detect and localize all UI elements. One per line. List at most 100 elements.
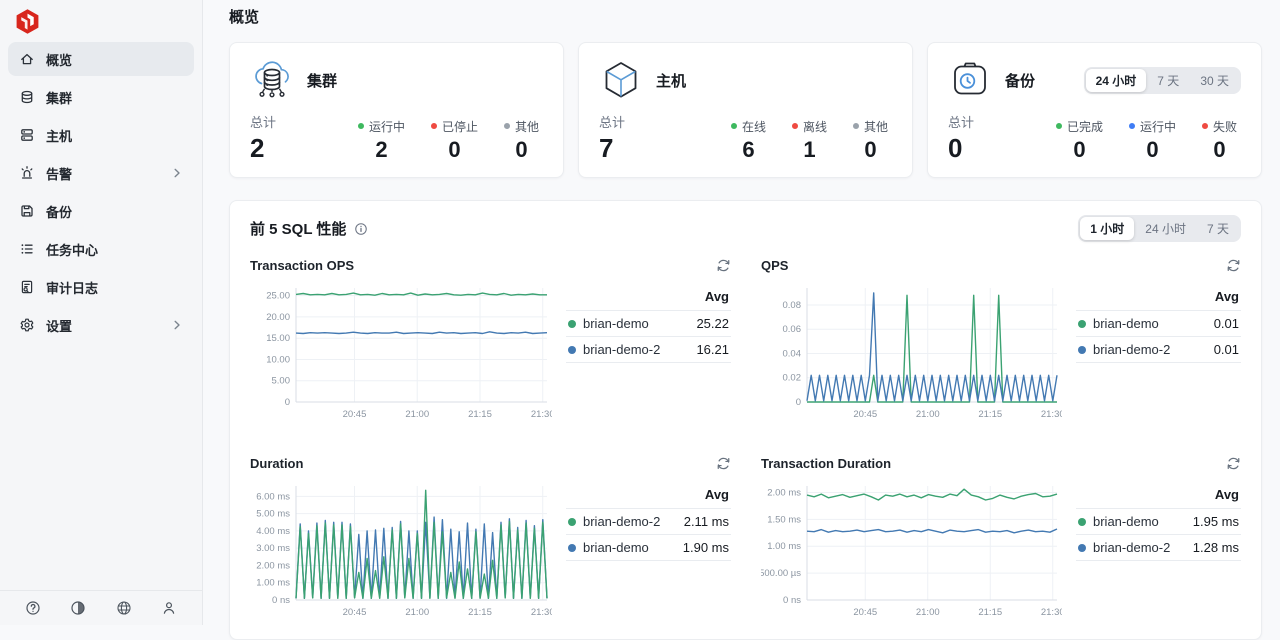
status-dot [853,123,859,129]
sidebar-item-label: 概览 [46,50,72,69]
series-dot [568,518,576,526]
status-column[interactable]: 在线 6 [731,118,766,163]
total-label: 总计 [948,112,974,131]
backup-icon [19,203,35,219]
svg-text:0.02: 0.02 [783,373,802,384]
sidebar-item-label: 告警 [46,164,72,183]
page-title: 概览 [229,6,1262,27]
svg-text:3.00 ms: 3.00 ms [256,543,290,554]
chart-block-duration: Duration0 ns1.00 ms2.00 ms3.00 ms4.00 ms… [250,456,731,626]
status-column[interactable]: 运行中 0 [1129,118,1176,163]
refresh-icon[interactable] [1226,258,1241,273]
legend-row[interactable]: brian-demo-22.11 ms [566,508,731,534]
info-icon[interactable] [354,222,368,236]
sidebar-item-backup[interactable]: 备份 [8,194,194,228]
charts-grid: Transaction OPS05.0010.0015.0020.0025.00… [250,258,1241,626]
status-column[interactable]: 已停止0 [431,118,478,163]
refresh-icon[interactable] [716,258,731,273]
svg-text:21:00: 21:00 [916,409,940,420]
status-value: 0 [1129,137,1176,163]
user-icon[interactable] [161,600,177,616]
chart-header: QPS [761,258,1241,273]
svg-text:500.00 µs: 500.00 µs [761,568,801,579]
sidebar-item-overview[interactable]: 概览 [8,42,194,76]
status-column[interactable]: 其他0 [853,118,888,163]
sql-time-range-tabs-option-1[interactable]: 24 小时 [1135,217,1196,240]
sidebar-item-audit-log[interactable]: 审计日志 [8,270,194,304]
status-value: 1 [792,137,827,163]
status-column[interactable]: 已完成0 [1056,118,1103,163]
card-body: 总计7在线6离线1其他0 [599,112,892,163]
status-value: 6 [731,137,766,163]
sql-time-range-tabs-option-2[interactable]: 7 天 [1197,217,1239,240]
sidebar-item-clusters[interactable]: 集群 [8,80,194,114]
series-name: brian-demo-2 [583,514,677,529]
status-label: 已完成 [1067,118,1103,135]
svg-text:21:00: 21:00 [405,607,429,618]
status-dot [792,123,798,129]
status-label: 其他 [864,118,888,135]
sidebar-item-task-center[interactable]: 任务中心 [8,232,194,266]
svg-text:0.04: 0.04 [783,348,802,359]
series-name: brian-demo [1093,514,1186,529]
card-header: 集群 [250,58,543,102]
svg-text:20:45: 20:45 [853,409,877,420]
status-label-row: 运行中 [1129,118,1176,135]
legend-row[interactable]: brian-demo-21.28 ms [1076,534,1241,561]
chart-legend: Avgbrian-demo1.95 msbrian-demo-21.28 ms [1076,487,1241,561]
status-value: 0 [431,137,478,163]
chart-plot: 0 ns500.00 µs1.00 ms1.50 ms2.00 ms20:452… [761,479,1062,626]
chart-legend: Avgbrian-demo0.01brian-demo-20.01 [1076,289,1241,363]
refresh-icon[interactable] [1226,456,1241,471]
status-column[interactable]: 运行中2 [358,118,405,163]
svg-text:6.00 ms: 6.00 ms [256,491,290,502]
legend-row[interactable]: brian-demo1.95 ms [1076,508,1241,534]
series-name: brian-demo-2 [583,342,689,357]
total-block: 总计0 [948,112,974,163]
status-dot [1202,123,1208,129]
sidebar-footer [0,590,202,625]
sidebar-item-hosts[interactable]: 主机 [8,118,194,152]
language-icon[interactable] [116,600,132,616]
status-label-row: 在线 [731,118,766,135]
refresh-icon[interactable] [716,456,731,471]
backup-time-range-tabs-option-1[interactable]: 7 天 [1147,69,1189,92]
card-hosts: 主机总计7在线6离线1其他0 [578,42,913,178]
status-label: 运行中 [369,118,405,135]
chart-body: 00.020.040.060.0820:4521:0021:1521:30Avg… [761,281,1241,428]
series-dot [568,544,576,552]
legend-row[interactable]: brian-demo1.90 ms [566,534,731,561]
status-dot [1129,123,1135,129]
status-group: 运行中2 已停止0 其他0 [358,118,543,163]
sidebar-item-settings[interactable]: 设置 [8,308,194,342]
legend-avg-header: Avg [1076,487,1241,508]
status-column[interactable]: 失败0 [1202,118,1237,163]
svg-text:4.00 ms: 4.00 ms [256,526,290,537]
gear-icon [19,317,35,333]
svg-text:21:15: 21:15 [468,607,492,618]
legend-row[interactable]: brian-demo-216.21 [566,336,731,363]
status-column[interactable]: 其他0 [504,118,539,163]
sql-time-range-tabs-option-0[interactable]: 1 小时 [1080,217,1134,240]
backup-time-range-tabs-option-0[interactable]: 24 小时 [1086,69,1147,92]
host-icon [19,127,35,143]
series-avg-value: 0.01 [1214,316,1239,331]
help-icon[interactable] [25,600,41,616]
app-logo-icon[interactable] [0,0,44,40]
svg-text:21:15: 21:15 [978,409,1002,420]
legend-row[interactable]: brian-demo-20.01 [1076,336,1241,363]
svg-text:21:30: 21:30 [1041,409,1062,420]
backup-time-range-tabs-option-2[interactable]: 30 天 [1190,69,1239,92]
chart-body: 05.0010.0015.0020.0025.0020:4521:0021:15… [250,281,731,428]
theme-icon[interactable] [70,600,86,616]
status-value: 0 [504,137,539,163]
legend-row[interactable]: brian-demo25.22 [566,310,731,336]
status-column[interactable]: 离线1 [792,118,827,163]
status-value: 0 [1202,137,1237,163]
legend-row[interactable]: brian-demo0.01 [1076,310,1241,336]
sidebar-item-alerts[interactable]: 告警 [8,156,194,190]
sidebar-item-label: 主机 [46,126,72,145]
legend-avg-header: Avg [1076,289,1241,310]
audit-icon [19,279,35,295]
series-avg-value: 25.22 [696,316,729,331]
